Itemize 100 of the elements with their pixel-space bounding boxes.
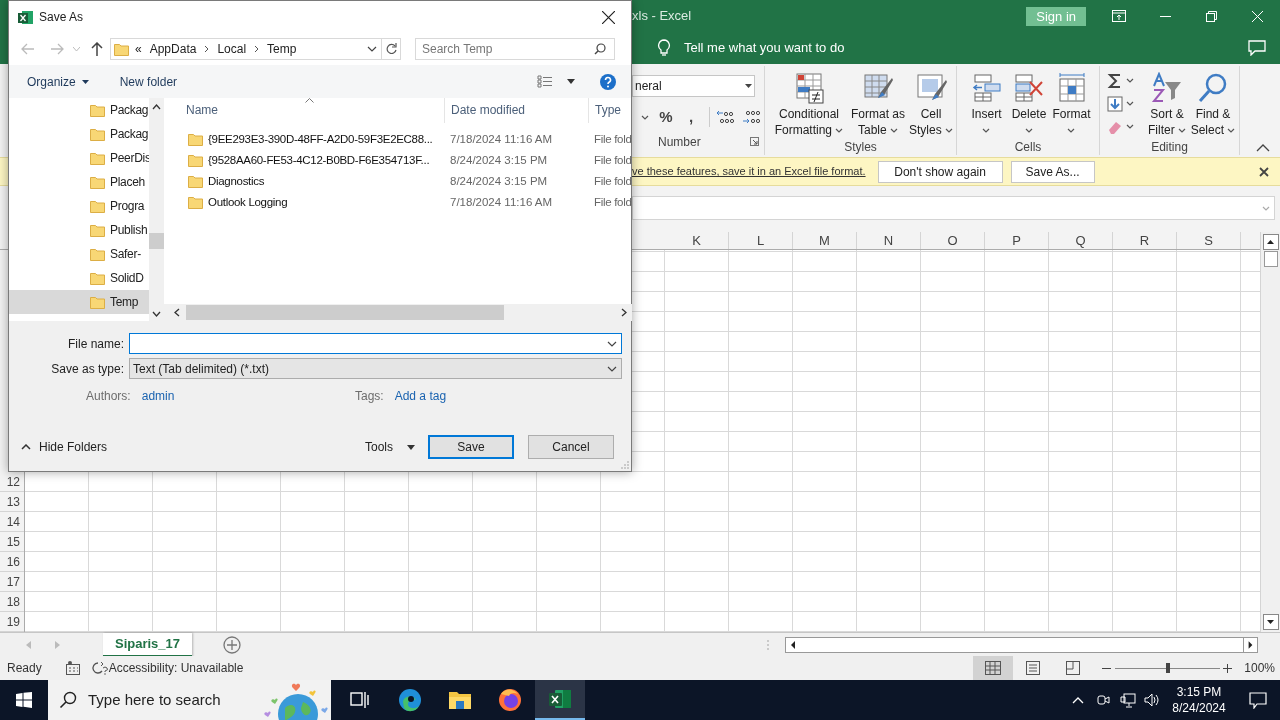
search-field[interactable]: Search Temp — [422, 40, 582, 58]
organize-button[interactable]: Organize — [27, 72, 89, 91]
folder-tree-item[interactable]: Publish — [9, 218, 149, 242]
row-header: 15 — [0, 532, 24, 552]
ribbon-button[interactable]: Cell Styles — [908, 66, 954, 138]
message-bar-button[interactable]: Don't show again — [877, 160, 1003, 183]
chevron-up-icon[interactable] — [152, 104, 161, 110]
accessibility-status[interactable]: Accessibility: Unavailable — [108, 659, 244, 677]
taskbar-app[interactable] — [535, 680, 585, 720]
taskbar-search-box[interactable]: Type here to search — [48, 680, 331, 720]
tell-me-search[interactable]: Tell me what you want to do — [684, 38, 845, 58]
folder-tree-item[interactable]: Packag — [9, 98, 149, 122]
ribbon-button[interactable]: Sort & Filter — [1144, 66, 1190, 138]
hide-folders-button[interactable]: Hide Folders — [21, 438, 108, 456]
file-row[interactable]: {9528AA60-FE53-4C12-B0BD-F6E354713F... 8/24/2024 3:15 PM File fold — [164, 150, 632, 171]
caret-icon — [1067, 128, 1076, 134]
close-button[interactable] — [1259, 166, 1269, 177]
scroll-down-button[interactable] — [1262, 614, 1279, 630]
chevron-right-icon[interactable] — [620, 308, 627, 317]
decrease-decimal-icon[interactable] — [742, 109, 760, 125]
ribbon-button[interactable]: Find & Select — [1190, 66, 1236, 138]
ribbon-button[interactable]: Delete — [1008, 66, 1050, 138]
overflow-chevrons[interactable]: « — [135, 40, 142, 58]
dropdown-arrow-icon[interactable] — [567, 79, 575, 84]
folder-tree-item[interactable]: SolidD — [9, 266, 149, 290]
formula-bar-field[interactable] — [632, 196, 1275, 220]
zoom-level[interactable]: 100% — [1244, 659, 1275, 677]
macro-sheet-icon[interactable] — [65, 661, 80, 675]
slider-thumb[interactable] — [1165, 663, 1170, 673]
breadcrumb-item[interactable]: Temp — [267, 40, 297, 58]
add-tag-link[interactable]: Add a tag — [394, 387, 447, 405]
zoom-in-icon[interactable] — [1223, 663, 1233, 673]
network-icon[interactable] — [1120, 692, 1136, 708]
file-date: 7/18/2024 11:16 AM — [449, 131, 554, 147]
number-style-button[interactable]: % — [658, 105, 674, 129]
chevron-down-icon[interactable] — [152, 311, 161, 317]
address-bar[interactable]: « AppData Local Temp — [110, 38, 401, 60]
volume-icon[interactable] — [1144, 692, 1160, 708]
view-button[interactable] — [973, 656, 1014, 680]
sort-ascending-icon[interactable] — [305, 98, 314, 103]
scroll-up-button[interactable] — [1262, 234, 1279, 250]
field-label: Authors: — [86, 388, 131, 405]
caret-icon — [1227, 128, 1236, 134]
number-format-dropdown[interactable]: neral — [632, 75, 755, 97]
file-row[interactable]: Outlook Logging 7/18/2024 11:16 AM File fold — [164, 192, 632, 213]
taskbar-search-field[interactable]: Type here to search — [88, 688, 258, 712]
scroll-thumb[interactable] — [149, 233, 164, 249]
comment-icon[interactable] — [1248, 40, 1266, 56]
increase-decimal-icon[interactable] — [716, 109, 734, 125]
help-icon[interactable] — [600, 73, 616, 90]
column-header[interactable]: Name — [164, 98, 444, 123]
folder-icon — [188, 175, 203, 188]
sheet-tab[interactable]: Siparis_17 — [103, 632, 193, 657]
dropdown-chevron-icon[interactable] — [367, 46, 377, 52]
folder-tree-item[interactable]: Safer- — [9, 242, 149, 266]
collapse-ribbon-icon[interactable] — [1256, 144, 1270, 152]
tools-button[interactable]: Tools — [365, 438, 415, 456]
refresh-button[interactable] — [381, 39, 400, 59]
file-row[interactable]: Diagnostics 8/24/2024 3:15 PM File fold — [164, 171, 632, 192]
dialog-button[interactable]: Cancel — [528, 435, 614, 459]
dialog-button[interactable]: Save — [428, 435, 514, 459]
save-format-link[interactable]: ve these features, save it in an Excel file format. — [632, 163, 866, 180]
new-folder-button[interactable]: New folder — [119, 72, 178, 91]
author-link[interactable]: admin — [141, 387, 175, 405]
ribbon-button[interactable]: Format as Table — [848, 66, 908, 138]
folder-tree-item[interactable]: Packag — [9, 122, 149, 146]
save-type-dropdown[interactable]: Text (Tab delimited) (*.txt) — [129, 358, 622, 379]
ribbon-button[interactable]: Format — [1050, 66, 1093, 138]
scroll-thumb[interactable] — [186, 305, 504, 320]
camera-icon[interactable] — [1096, 692, 1110, 708]
column-header[interactable]: Date modified — [444, 98, 588, 123]
minimize-icon — [1159, 15, 1171, 17]
chevron-left-icon[interactable] — [174, 308, 180, 317]
ribbon-button[interactable]: Conditional Formatting — [770, 66, 848, 138]
folder-tree-item[interactable]: Temp — [9, 290, 149, 314]
file-row[interactable]: {9EE293E3-390D-48FF-A2D0-59F3E2EC88... 7/18/2024 11:16 AM File fold — [164, 129, 632, 150]
number-style-button[interactable]: , — [683, 105, 699, 129]
view-options-icon[interactable] — [537, 75, 553, 88]
breadcrumb-item[interactable]: AppData — [149, 40, 197, 58]
up-arrow-icon[interactable] — [91, 42, 103, 56]
folder-tree-item[interactable]: Progra — [9, 194, 149, 218]
breadcrumb-item[interactable]: Local — [217, 40, 247, 58]
resize-grip-icon — [621, 461, 629, 469]
column-header: L — [729, 232, 793, 249]
add-sheet-icon[interactable] — [223, 635, 242, 654]
column-header[interactable]: Type — [588, 98, 632, 123]
accessibility-icon[interactable] — [90, 661, 108, 675]
refresh-icon — [385, 43, 397, 55]
dropdown-chevron-icon[interactable] — [607, 340, 617, 347]
clock[interactable]: 3:15 PM 8/24/2024 — [1168, 684, 1230, 716]
message-bar-button[interactable]: Save As... — [1010, 160, 1095, 183]
file-name-field[interactable] — [129, 333, 622, 354]
caret-icon — [890, 128, 898, 134]
horizontal-scrollbar[interactable] — [785, 636, 1258, 653]
search-box[interactable]: Search Temp — [415, 38, 615, 60]
folder-tree-item[interactable]: Placeh — [9, 170, 149, 194]
ribbon-button[interactable]: Insert — [965, 66, 1008, 138]
dialog-launcher-icon[interactable] — [750, 137, 759, 146]
scroll-thumb[interactable] — [1263, 251, 1278, 267]
zoom-slider[interactable] — [1115, 661, 1221, 675]
